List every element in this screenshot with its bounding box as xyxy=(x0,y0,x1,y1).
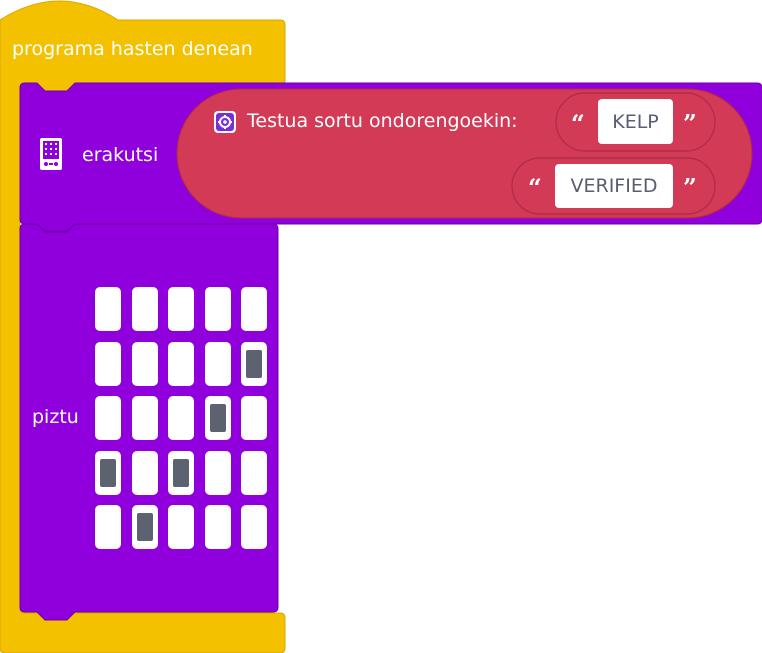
led-cell-r3-c3[interactable] xyxy=(204,450,231,495)
led-cell-r0-c2[interactable] xyxy=(168,287,195,331)
led-cell-r4-c0[interactable] xyxy=(95,505,121,549)
show-leds-label: piztu xyxy=(32,406,79,428)
led-cell-r1-c1[interactable] xyxy=(131,341,158,386)
led-cell-r1-c4[interactable] xyxy=(241,341,268,386)
led-cell-r4-c1[interactable] xyxy=(131,505,158,549)
led-cell-r0-c1[interactable] xyxy=(131,287,158,331)
led-cell-r3-c4[interactable] xyxy=(241,450,268,495)
led-cell-r3-c2[interactable] xyxy=(168,450,195,495)
led-cell-r1-c0[interactable] xyxy=(95,341,121,386)
led-cell-r3-c1[interactable] xyxy=(131,450,158,495)
led-cell-r2-c0[interactable] xyxy=(95,396,121,440)
led-cell-r1-c2[interactable] xyxy=(168,341,195,386)
led-cell-r2-c4[interactable] xyxy=(241,396,268,440)
led-cell-r0-c3[interactable] xyxy=(204,287,231,331)
led-cell-r0-c0[interactable] xyxy=(95,287,121,331)
led-cell-r3-c0[interactable] xyxy=(95,450,121,495)
led-cell-r2-c1[interactable] xyxy=(131,396,158,440)
led-cell-r4-c2[interactable] xyxy=(168,505,195,549)
led-cell-r2-c2[interactable] xyxy=(168,396,195,440)
led-cell-r0-c4[interactable] xyxy=(241,287,268,331)
led-cell-r4-c4[interactable] xyxy=(241,505,268,549)
led-cell-r2-c3[interactable] xyxy=(204,396,231,440)
led-cell-r1-c3[interactable] xyxy=(204,341,231,386)
led-cell-r4-c3[interactable] xyxy=(204,505,231,549)
